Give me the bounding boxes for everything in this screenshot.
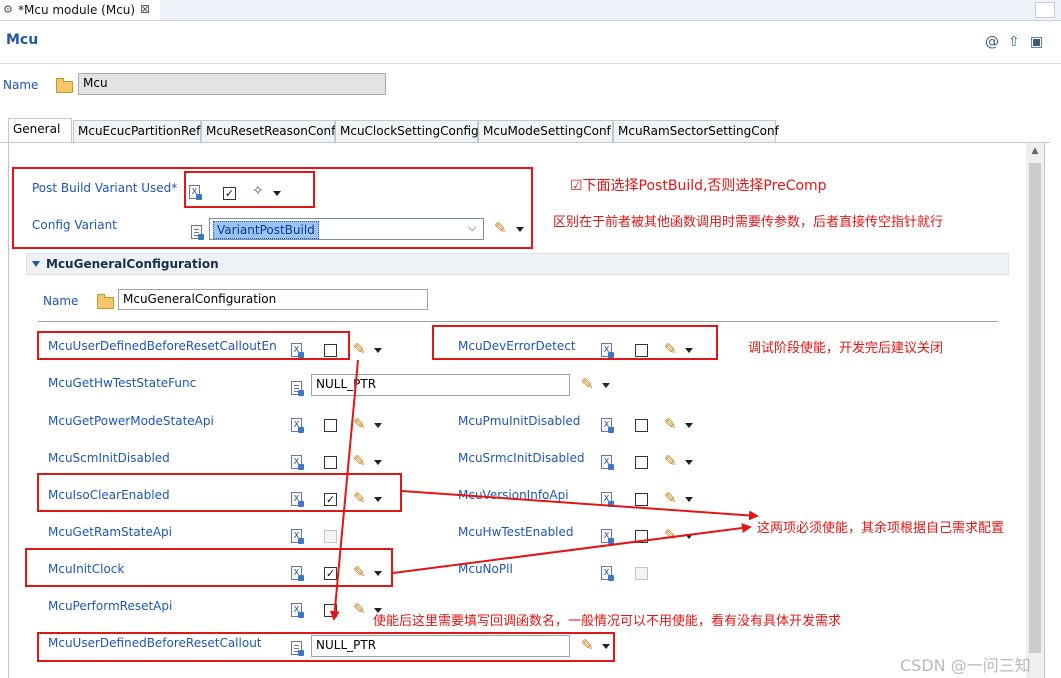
- arrow-init-clock: [392, 523, 752, 574]
- annotation-must-enable: 这两项必须使能，其余项根据自己需求配置: [757, 521, 1005, 536]
- arrow-callout: [329, 359, 359, 621]
- annotation-difference: 区别在于前者被其他函数调用时需要传参数，后者直接传空指针就行: [553, 215, 944, 230]
- annotation-callback: 使能后这里需要填写回调函数名，一般情况可以不用使能，看有没有具体开发需求: [373, 614, 842, 629]
- watermark: CSDN @一问三知: [900, 656, 1031, 675]
- annotation-postbuild: ☑下面选择PostBuild,否则选择PreComp: [570, 178, 827, 194]
- arrow-iso-clear: [401, 490, 759, 521]
- annotation-debug: 调试阶段使能，开发完后建议关闭: [748, 341, 944, 356]
